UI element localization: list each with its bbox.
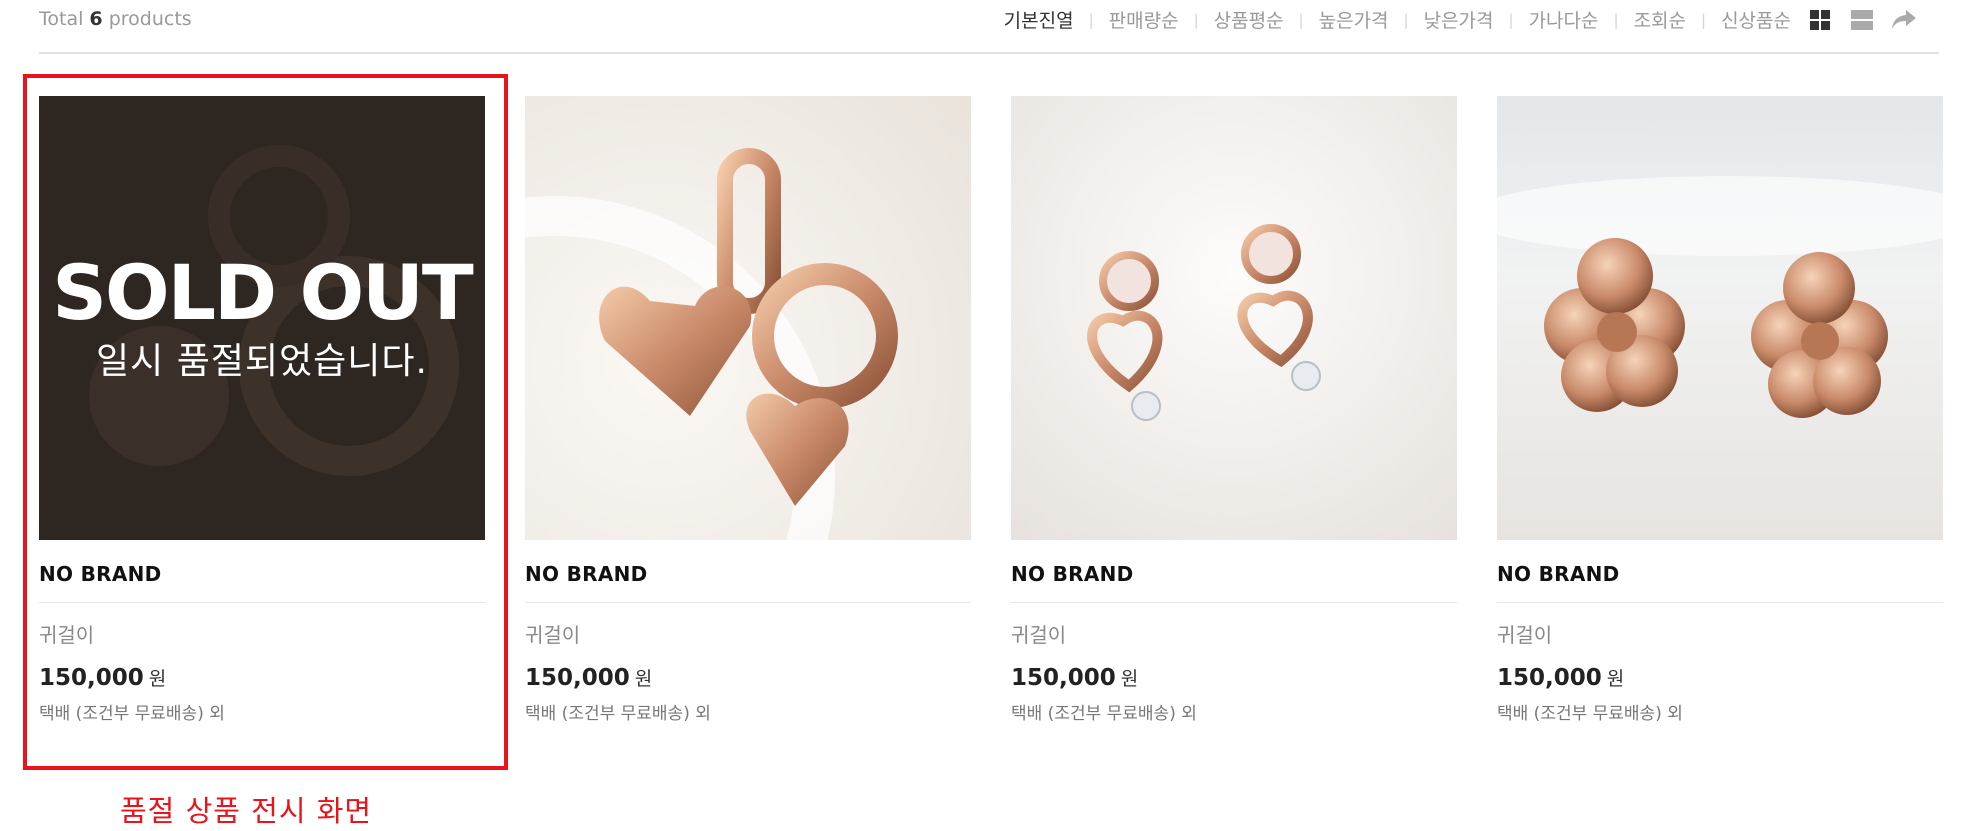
product-card[interactable]: NO BRAND 귀걸이 150,000 원 택배 (조건부 무료배송) 외 — [1497, 96, 1943, 724]
divider: | — [1613, 10, 1619, 29]
price-unit: 원 — [634, 668, 653, 690]
divider: | — [1508, 10, 1514, 29]
list-view-icon[interactable] — [1849, 7, 1875, 33]
divider: | — [1193, 10, 1199, 29]
annotation-caption: 품절 상품 전시 화면 — [120, 794, 373, 828]
earring-heart-hoop-image — [525, 96, 971, 540]
product-brand: NO BRAND — [39, 562, 485, 603]
product-card[interactable]: NO BRAND 귀걸이 150,000 원 택배 (조건부 무료배송) 외 — [1011, 96, 1457, 724]
shipping-info: 택배 (조건부 무료배송) 외 — [525, 704, 711, 724]
price-value: 150,000 — [1497, 665, 1602, 691]
product-list-page: Total 6 products 기본진열 | 판매량순 | 상품평순 | 높은… — [0, 0, 1978, 831]
price-value: 150,000 — [525, 665, 630, 691]
shipping-info: 택배 (조건부 무료배송) 외 — [1011, 704, 1197, 724]
product-brand: NO BRAND — [1011, 562, 1457, 603]
divider: | — [1088, 10, 1094, 29]
divider: | — [1701, 10, 1707, 29]
sort-sales[interactable]: 판매량순 — [1109, 6, 1179, 33]
price-unit: 원 — [148, 668, 167, 690]
price-value: 150,000 — [39, 665, 144, 691]
product-brand: NO BRAND — [525, 562, 971, 603]
total-prefix: Total — [39, 8, 84, 30]
product-image[interactable] — [1011, 96, 1457, 540]
price-unit: 원 — [1120, 668, 1139, 690]
total-count: 6 — [89, 8, 103, 30]
earring-heart-crystal-image — [1011, 96, 1457, 540]
total-suffix: products — [108, 8, 192, 30]
product-image-soldout[interactable]: SOLD OUT 일시 품절되었습니다. — [39, 96, 485, 540]
product-price: 150,000 원 — [525, 664, 971, 691]
sort-views[interactable]: 조회순 — [1634, 6, 1686, 33]
price-unit: 원 — [1606, 668, 1625, 690]
sold-out-overlay: SOLD OUT 일시 품절되었습니다. — [39, 96, 485, 540]
product-price: 150,000 원 — [1011, 664, 1457, 691]
sort-price-low[interactable]: 낮은가격 — [1424, 6, 1494, 33]
share-icon[interactable] — [1891, 7, 1917, 33]
shipping-info: 택배 (조건부 무료배송) 외 — [1497, 704, 1683, 724]
product-price: 150,000 원 — [39, 664, 485, 691]
grid-view-icon[interactable] — [1807, 7, 1833, 33]
earring-flower-stud-image — [1497, 96, 1943, 540]
product-name[interactable]: 귀걸이 — [525, 619, 971, 648]
product-name[interactable]: 귀걸이 — [1497, 619, 1943, 648]
product-price: 150,000 원 — [1497, 664, 1943, 691]
price-value: 150,000 — [1011, 665, 1116, 691]
product-card[interactable]: SOLD OUT 일시 품절되었습니다. NO BRAND 귀걸이 150,00… — [39, 96, 485, 724]
product-image[interactable] — [525, 96, 971, 540]
sort-newest[interactable]: 신상품순 — [1721, 6, 1791, 33]
sold-out-title: SOLD OUT — [52, 248, 473, 337]
sort-options: 기본진열 | 판매량순 | 상품평순 | 높은가격 | 낮은가격 | 가나다순 … — [1004, 6, 1917, 33]
shipping-info: 택배 (조건부 무료배송) 외 — [39, 704, 225, 724]
total-count-label: Total 6 products — [39, 8, 192, 30]
divider: | — [1298, 10, 1304, 29]
sort-reviews[interactable]: 상품평순 — [1214, 6, 1284, 33]
product-image[interactable] — [1497, 96, 1943, 540]
list-toolbar: Total 6 products 기본진열 | 판매량순 | 상품평순 | 높은… — [39, 0, 1939, 54]
sort-default[interactable]: 기본진열 — [1004, 6, 1074, 33]
product-card[interactable]: NO BRAND 귀걸이 150,000 원 택배 (조건부 무료배송) 외 — [525, 96, 971, 724]
product-name[interactable]: 귀걸이 — [39, 619, 485, 648]
sort-alphabetical[interactable]: 가나다순 — [1529, 6, 1599, 33]
product-brand: NO BRAND — [1497, 562, 1943, 603]
sort-price-high[interactable]: 높은가격 — [1319, 6, 1389, 33]
sold-out-subtitle: 일시 품절되었습니다. — [96, 341, 428, 382]
divider: | — [1403, 10, 1409, 29]
product-name[interactable]: 귀걸이 — [1011, 619, 1457, 648]
